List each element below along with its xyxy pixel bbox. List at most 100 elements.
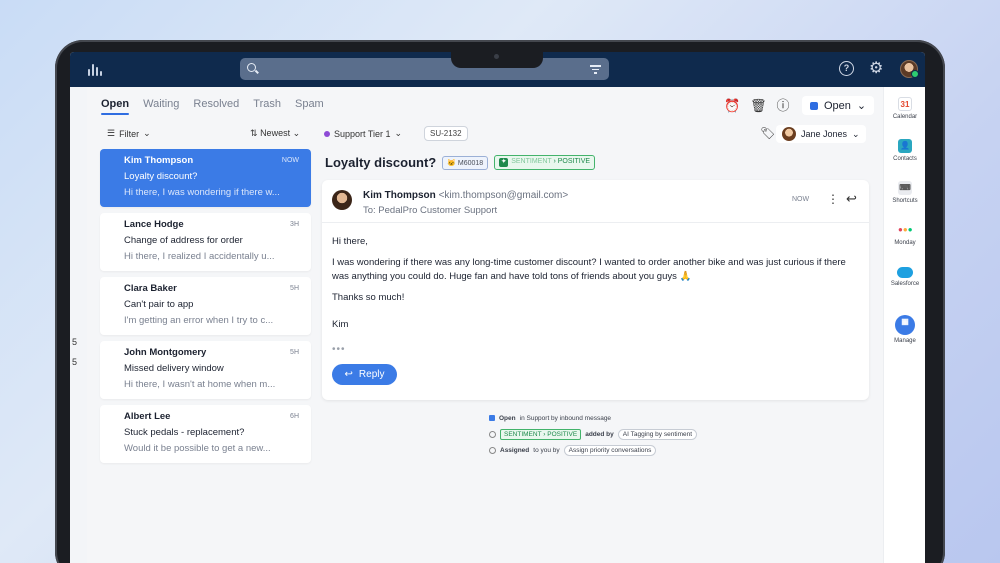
chevron-down-icon: ⌄ [852, 128, 860, 139]
settings-gear-icon[interactable]: ⚙ [869, 60, 883, 77]
tag-icon[interactable]: 🏷 [760, 126, 775, 140]
message-paragraph: I was wondering if there was any long-ti… [332, 257, 846, 282]
rail-app-manage[interactable]: ▦ Manage [884, 315, 925, 344]
conversation-item[interactable]: Clara Baker 5H Can't pair to app I'm get… [100, 277, 311, 335]
conversation-item[interactable]: Kim Thompson NOW Loyalty discount? Hi th… [100, 149, 311, 207]
activity-log: Open in Support by inbound message SENTI… [489, 410, 698, 458]
conversation-actions: ⏰ 🗑 ⓘ Open ⌄ [724, 96, 875, 115]
message-to: To: PedalPro Customer Support [363, 205, 498, 216]
activity-row: Open in Support by inbound message [489, 410, 697, 426]
reply-button[interactable]: ↩ Reply [332, 364, 397, 385]
filter-icon: ☰ [107, 128, 116, 138]
conversation-item[interactable]: Albert Lee 6H Stuck pedals - replacement… [100, 405, 311, 463]
status-dropdown[interactable]: Open ⌄ [802, 96, 875, 115]
conversation-item[interactable]: Lance Hodge 3H Change of address for ord… [100, 213, 311, 271]
rail-app-monday[interactable]: ●●● Monday [884, 223, 925, 246]
conversation-preview: Hi there, I wasn't at home when m... [124, 379, 276, 390]
conversation-preview: Hi there, I realized I accidentally u... [124, 251, 275, 262]
status-dropdown-label: Open [824, 99, 851, 112]
list-toolbar: ☰ Filter ⌄ ⇅ Newest ⌄ Support Tier 1 ⌄ S… [87, 123, 883, 147]
message-from-email: <kim.thompson@gmail.com> [438, 190, 569, 201]
chevron-down-icon: ⌄ [143, 128, 151, 138]
customer-id-label: M60018 [457, 159, 484, 167]
open-status-icon [489, 415, 495, 421]
search-filter-icon[interactable] [590, 65, 601, 76]
sentiment-label: SENTIMENT [511, 158, 552, 165]
chevron-down-icon: ⌄ [394, 128, 403, 138]
monday-icon: ●●● [898, 225, 913, 234]
conversation-preview: I'm getting an error when I try to c... [124, 315, 274, 326]
tab-trash[interactable]: Trash [253, 98, 281, 115]
trash-icon[interactable]: 🗑 [750, 98, 767, 113]
rail-app-label: Salesforce [890, 281, 920, 287]
chevron-down-icon: ⌄ [292, 128, 301, 138]
sort-label: Newest [260, 128, 291, 138]
customer-id-chip[interactable]: 🐱 M60018 [442, 155, 489, 170]
status-tabs: Open Waiting Resolved Trash Spam [101, 98, 324, 115]
activity-status: Open [499, 414, 516, 422]
user-avatar[interactable] [900, 60, 919, 78]
tab-open[interactable]: Open [101, 98, 129, 115]
message-from: Kim Thompson <kim.thompson@gmail.com> [363, 190, 568, 201]
sentiment-tag-small: SENTIMENT › POSITIVE [500, 428, 582, 440]
reply-arrow-icon[interactable]: ↩ [846, 191, 857, 207]
message-paragraph: Hi there, [332, 236, 368, 247]
sentiment-label: SENTIMENT [504, 430, 542, 438]
app-logo-icon[interactable] [88, 63, 102, 76]
snooze-alarm-icon[interactable]: ⏰ [724, 98, 740, 113]
assignee-dropdown[interactable]: Jane Jones ⌄ [776, 125, 866, 143]
search-icon [247, 63, 256, 72]
search-bar[interactable] [240, 58, 609, 80]
rule-pill[interactable]: Assign priority conversations [563, 444, 657, 456]
sender-name: Albert Lee [124, 411, 171, 422]
help-icon[interactable]: ? [839, 61, 854, 76]
activity-row: SENTIMENT › POSITIVE added by AI Tagging… [489, 426, 698, 442]
rail-app-shortcuts[interactable]: ⌨ Shortcuts [884, 181, 925, 204]
sender-avatar [332, 190, 352, 210]
tab-waiting[interactable]: Waiting [143, 98, 179, 115]
alert-icon[interactable]: ⓘ [776, 98, 790, 113]
activity-text: to you by [533, 446, 560, 454]
sort-icon: ⇅ [250, 128, 258, 138]
rail-app-calendar[interactable]: 31 Calendar [884, 97, 925, 120]
ticket-id-badge[interactable]: SU-2132 [424, 126, 468, 141]
inbox-label: Support Tier 1 [334, 128, 391, 139]
left-strip-count: 5 [72, 337, 78, 347]
rail-app-label: Manage [894, 338, 916, 344]
inbox-selector[interactable]: Support Tier 1 ⌄ [324, 128, 402, 139]
rail-app-contacts[interactable]: 👤 Contacts [884, 139, 925, 162]
sender-name: Lance Hodge [124, 219, 184, 230]
sentiment-value: POSITIVE [547, 430, 578, 438]
rule-pill[interactable]: AI Tagging by sentiment [617, 428, 698, 440]
app-rail: 31 Calendar 👤 Contacts ⌨ Shortcuts ●●● M… [883, 87, 925, 563]
activity-text: in Support by inbound message [519, 414, 612, 422]
conversation-item[interactable]: John Montgomery 5H Missed delivery windo… [100, 341, 311, 399]
conversation-preview: Would it be possible to get a new... [124, 443, 271, 454]
tab-spam[interactable]: Spam [295, 98, 324, 115]
conversation-header: Loyalty discount? 🐱 M60018 ✦ SENTIMENT › … [325, 155, 596, 170]
filter-button[interactable]: ☰ Filter ⌄ [107, 128, 151, 139]
contacts-icon: 👤 [898, 139, 912, 153]
conversation-time: 6H [290, 413, 299, 420]
conversation-list: Kim Thompson NOW Loyalty discount? Hi th… [100, 149, 311, 469]
message-paragraph: Kim [332, 319, 349, 330]
show-quoted-icon[interactable]: ••• [332, 344, 346, 355]
status-color-icon [810, 101, 818, 110]
tab-resolved[interactable]: Resolved [193, 98, 239, 115]
main-panel: Open Waiting Resolved Trash Spam ⏰ 🗑 ⓘ O… [87, 87, 883, 563]
rail-app-label: Shortcuts [892, 198, 918, 204]
activity-status: Assigned [500, 446, 530, 454]
activity-row: Assigned to you by Assign priority conve… [489, 442, 697, 458]
more-options-icon[interactable]: ⋮ [827, 192, 839, 206]
sender-name: Clara Baker [124, 283, 177, 294]
rail-app-salesforce[interactable]: Salesforce [884, 267, 925, 287]
conversation-subject: Stuck pedals - replacement? [124, 427, 245, 438]
conversation-preview: Hi there, I was wondering if there w... [124, 187, 280, 198]
sender-name: Kim Thompson [124, 155, 194, 166]
sentiment-tag[interactable]: ✦ SENTIMENT › POSITIVE [494, 155, 596, 170]
sort-button[interactable]: ⇅ Newest ⌄ [250, 128, 300, 139]
app-screen: ? ⚙ 5 5 Open Waiting Resolved Trash Spam… [70, 52, 925, 563]
salesforce-cloud-icon [897, 267, 913, 278]
rail-app-label: Monday [894, 240, 916, 246]
conversation-time: 5H [290, 349, 299, 356]
